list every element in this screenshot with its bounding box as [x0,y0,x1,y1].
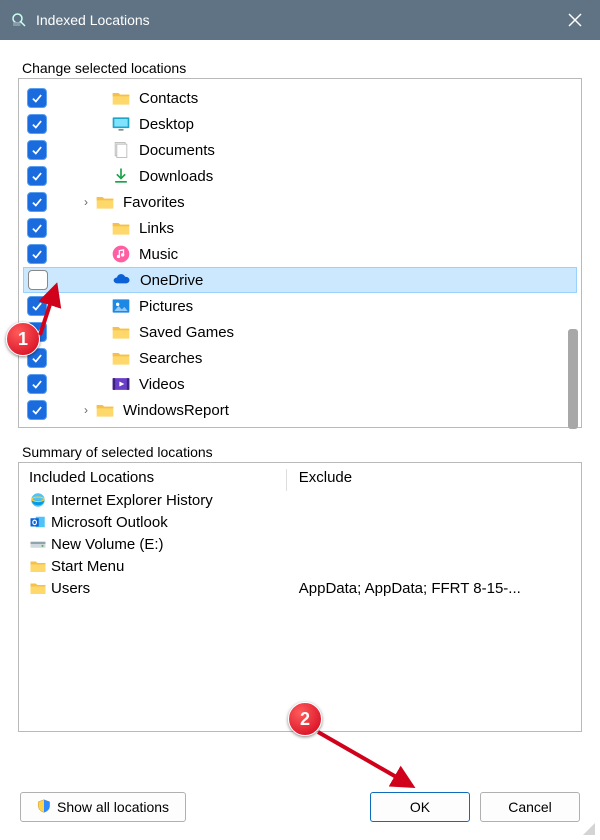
exclude-row [299,555,571,577]
scrollbar-thumb[interactable] [568,329,578,429]
app-icon [10,11,28,29]
tree-row-pictures[interactable]: Pictures [23,293,577,319]
tree-row-favorites[interactable]: › Favorites [23,189,577,215]
ie-icon [29,491,47,509]
tree-row-label: Searches [139,350,202,367]
tree-row-links[interactable]: Links [23,215,577,241]
videos-icon [111,374,131,394]
checkbox-checked[interactable] [27,374,47,394]
cancel-label: Cancel [508,799,552,815]
folder-icon [111,88,131,108]
cancel-button[interactable]: Cancel [480,792,580,822]
tree-row-label: OneDrive [140,272,203,289]
callout-1-arrow [30,280,70,340]
tree-row-documents[interactable]: Documents [23,137,577,163]
close-button[interactable] [550,0,600,40]
button-bar: Show all locations OK Cancel [0,792,600,822]
included-label: Users [51,580,90,597]
onedrive-icon [112,270,132,290]
resize-grip[interactable] [580,820,596,836]
download-icon [111,166,131,186]
exclude-header: Exclude [299,469,571,486]
tree-row-saved-games[interactable]: Saved Games [23,319,577,345]
checkbox-checked[interactable] [27,218,47,238]
tree-row-label: WindowsReport [123,402,229,419]
exclude-row [299,533,571,555]
desktop-icon [111,114,131,134]
tree-row-onedrive[interactable]: OneDrive [23,267,577,293]
document-icon [111,140,131,160]
included-label: Internet Explorer History [51,492,213,509]
tree-row-searches[interactable]: Searches [23,345,577,371]
checkbox-checked[interactable] [27,140,47,160]
music-icon [111,244,131,264]
summary-label: Summary of selected locations [22,444,582,460]
tree-row-desktop[interactable]: Desktop [23,111,577,137]
tree-row-label: Favorites [123,194,185,211]
exclude-row [299,489,571,511]
included-row[interactable]: New Volume (E:) [29,533,279,555]
included-row[interactable]: Internet Explorer History [29,489,279,511]
tree-row-label: Links [139,220,174,237]
expander-icon[interactable]: › [79,403,93,417]
locations-tree[interactable]: Contacts Desktop Documents Downloads › Favori… [18,78,582,428]
change-locations-label: Change selected locations [22,60,582,76]
tree-row-label: Music [139,246,178,263]
included-row[interactable]: Start Menu [29,555,279,577]
tree-row-label: Desktop [139,116,194,133]
checkbox-checked[interactable] [27,88,47,108]
included-row[interactable]: Microsoft Outlook [29,511,279,533]
checkbox-checked[interactable] [27,400,47,420]
exclude-row [299,511,571,533]
tree-row-label: Pictures [139,298,193,315]
tree-row-label: Downloads [139,168,213,185]
included-header: Included Locations [29,469,279,486]
drive-icon [29,535,47,553]
checkbox-checked[interactable] [27,166,47,186]
included-label: New Volume (E:) [51,536,164,553]
folder-icon [95,192,115,212]
checkbox-checked[interactable] [27,244,47,264]
outlook-icon [29,513,47,531]
expander-icon[interactable]: › [79,195,93,209]
checkbox-checked[interactable] [27,192,47,212]
included-label: Start Menu [51,558,124,575]
checkbox-checked[interactable] [27,114,47,134]
tree-row-label: Contacts [139,90,198,107]
show-all-locations-button[interactable]: Show all locations [20,792,186,822]
exclude-row: AppData; AppData; FFRT 8-15-... [299,577,571,599]
summary-panel: Included Locations Internet Explorer His… [18,462,582,732]
folder-icon [29,557,47,575]
show-all-label: Show all locations [57,799,169,815]
callout-2-arrow [312,726,432,806]
tree-row-label: Documents [139,142,215,159]
titlebar: Indexed Locations [0,0,600,40]
tree-row-windowsreport[interactable]: › WindowsReport [23,397,577,423]
pictures-icon [111,296,131,316]
window-title: Indexed Locations [36,12,550,28]
tree-row-contacts[interactable]: Contacts [23,85,577,111]
folder-icon [111,322,131,342]
included-label: Microsoft Outlook [51,514,168,531]
folder-icon [95,400,115,420]
tree-row-videos[interactable]: Videos [23,371,577,397]
included-row[interactable]: Users [29,577,279,599]
folder-icon [111,348,131,368]
folder-icon [29,579,47,597]
tree-row-music[interactable]: Music [23,241,577,267]
tree-row-label: Saved Games [139,324,234,341]
tree-row-downloads[interactable]: Downloads [23,163,577,189]
shield-icon [37,799,51,816]
folder-icon [111,218,131,238]
tree-row-label: Videos [139,376,185,393]
exclude-text: AppData; AppData; FFRT 8-15-... [299,580,521,597]
